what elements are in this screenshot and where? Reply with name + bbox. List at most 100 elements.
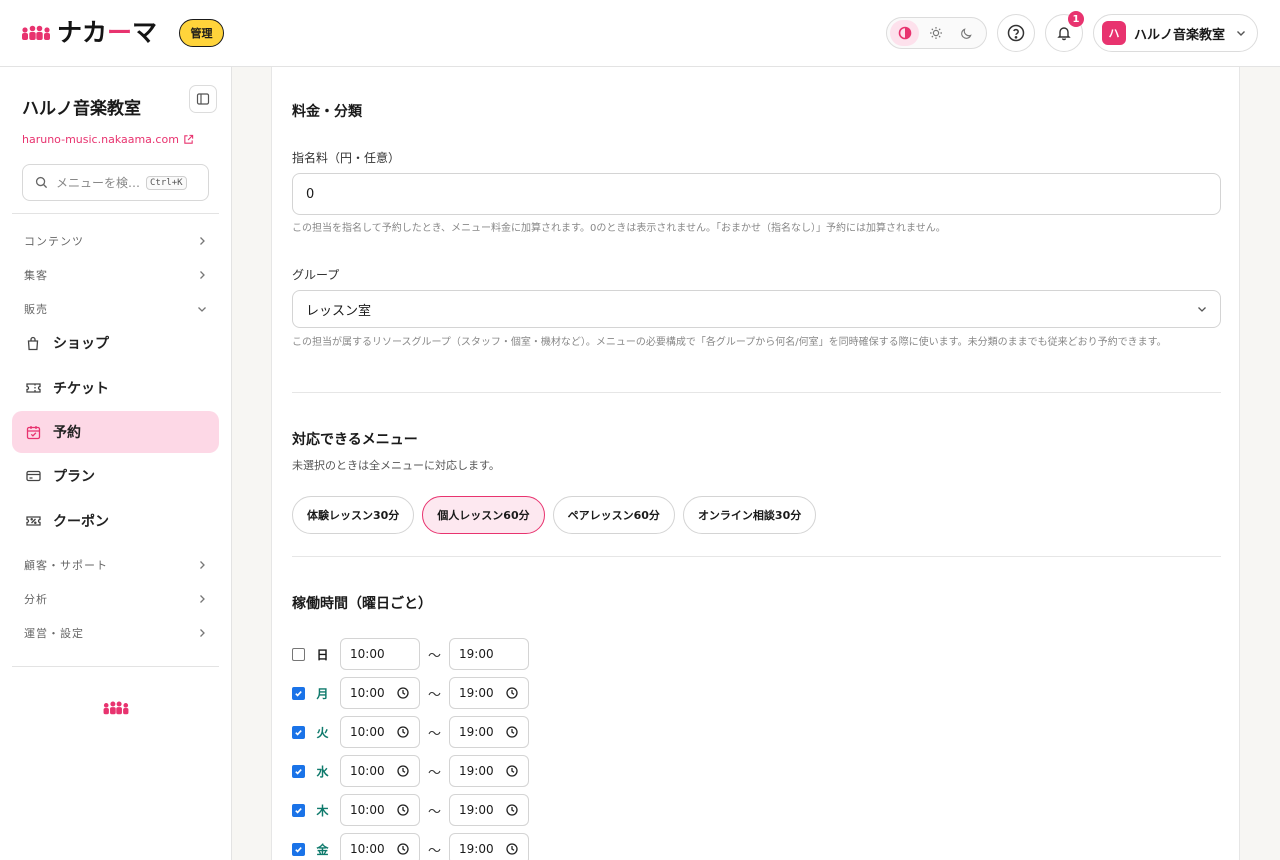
range-separator: 〜 [427, 765, 441, 781]
account-menu-button[interactable]: ハ ハルノ音楽教室 [1093, 14, 1258, 52]
sidebar-item-shop[interactable]: ショップ [12, 322, 219, 364]
notification-button[interactable]: 1 [1045, 11, 1084, 52]
day-checkbox[interactable] [292, 647, 305, 661]
end-time-input[interactable]: 19:00 [449, 794, 529, 826]
theme-toggle [886, 17, 987, 49]
chevron-down-icon [1235, 27, 1247, 39]
fee-help-text: この担当を指名して予約したとき、メニュー料金に加算されます。0のときは表示されま… [292, 223, 946, 234]
day-checkbox[interactable] [292, 725, 305, 739]
sidebar-toggle-icon [196, 93, 210, 105]
clock-icon [506, 726, 518, 738]
group-label: グループ [292, 268, 340, 282]
end-time-input[interactable]: 19:00 [449, 677, 529, 709]
clock-icon [397, 765, 409, 777]
menus-section-title: 対応できるメニュー [292, 432, 418, 448]
sidebar-section-customers[interactable]: 顧客・サポート [24, 555, 208, 575]
theme-light-button[interactable] [921, 20, 950, 46]
nomination-fee-input[interactable]: 0 [292, 173, 1221, 215]
range-separator: 〜 [427, 804, 441, 820]
shop-url-link[interactable]: haruno-music.nakaama.com [22, 133, 194, 146]
day-checkbox[interactable] [292, 842, 305, 856]
day-label: 金 [316, 842, 329, 857]
check-icon [295, 846, 302, 853]
calendar-check-icon [25, 424, 41, 440]
start-time-input[interactable]: 10:00 [340, 677, 420, 709]
end-time-input[interactable]: 19:00 [449, 716, 529, 748]
start-time-input[interactable]: 10:00 [340, 794, 420, 826]
chevron-right-icon [196, 235, 208, 247]
clock-icon [397, 804, 409, 816]
chevron-right-icon [196, 559, 208, 571]
account-avatar: ハ [1102, 21, 1126, 45]
menus-help-text: 未選択のときは全メニューに対応します。 [292, 459, 500, 472]
clock-icon [506, 765, 518, 777]
moon-icon [961, 27, 972, 39]
help-button[interactable] [997, 14, 1035, 52]
menu-chip-group: 体験レッスン30分 個人レッスン60分 ペアレッスン60分 オンライン相談30分 [292, 496, 824, 534]
sidebar-item-coupon[interactable]: クーポン [12, 500, 219, 542]
admin-badge: 管理 [179, 19, 224, 47]
chevron-down-icon [1196, 303, 1208, 315]
hours-section-title: 稼働時間（曜日ごと） [292, 596, 432, 612]
check-icon [295, 807, 302, 814]
day-row-tuesday: 火 10:00 〜 19:00 [292, 716, 529, 748]
contrast-icon [898, 26, 911, 40]
check-icon [295, 729, 302, 736]
fee-label: 指名料（円・任意） [292, 151, 401, 165]
day-row-sunday: 日 10:00 〜 19:00 [292, 638, 529, 670]
clock-icon [506, 843, 518, 855]
search-shortcut: Ctrl+K [146, 175, 187, 190]
ticket-icon [25, 380, 41, 396]
day-row-monday: 月 10:00 〜 19:00 [292, 677, 529, 709]
staff-edit-form: 料金・分類 指名料（円・任意） 0 この担当を指名して予約したとき、メニュー料金… [271, 67, 1240, 860]
group-select[interactable]: レッスン室 [292, 290, 1221, 328]
sidebar-section-analytics[interactable]: 分析 [24, 589, 208, 609]
sidebar-divider [12, 666, 219, 667]
theme-dark-button[interactable] [952, 20, 981, 46]
account-name: ハルノ音楽教室 [1134, 27, 1226, 43]
end-time-input[interactable]: 19:00 [449, 638, 529, 670]
sidebar-section-sales[interactable]: 販売 [24, 299, 208, 319]
day-label: 火 [316, 725, 329, 740]
sidebar-item-ticket[interactable]: チケット [12, 367, 219, 409]
pricing-section-title: 料金・分類 [292, 104, 362, 120]
sidebar-section-marketing[interactable]: 集客 [24, 265, 208, 285]
clock-icon [397, 687, 409, 699]
start-time-input[interactable]: 10:00 [340, 755, 420, 787]
theme-auto-button[interactable] [890, 20, 919, 46]
sidebar-section-operations[interactable]: 運営・設定 [24, 623, 208, 643]
clock-icon [506, 687, 518, 699]
chevron-right-icon [196, 593, 208, 605]
app-logo[interactable]: ナカーマ [21, 19, 157, 47]
sidebar-item-plan[interactable]: プラン [12, 455, 219, 497]
end-time-input[interactable]: 19:00 [449, 755, 529, 787]
menu-chip[interactable]: ペアレッスン60分 [552, 496, 675, 534]
start-time-input[interactable]: 10:00 [340, 638, 420, 670]
sidebar-collapse-button[interactable] [189, 85, 217, 113]
chevron-right-icon [196, 269, 208, 281]
sidebar: ハルノ音楽教室 haruno-music.nakaama.com メニューを検…… [0, 67, 232, 860]
sidebar-item-reservation[interactable]: 予約 [12, 411, 219, 453]
logo-wordmark: ナカーマ [57, 18, 158, 47]
range-separator: 〜 [427, 687, 441, 703]
section-divider [292, 392, 1221, 393]
end-time-input[interactable]: 19:00 [449, 833, 529, 860]
sidebar-section-content[interactable]: コンテンツ [24, 231, 208, 251]
day-checkbox[interactable] [292, 764, 305, 778]
start-time-input[interactable]: 10:00 [340, 716, 420, 748]
sun-icon [929, 27, 942, 39]
start-time-input[interactable]: 10:00 [340, 833, 420, 860]
day-checkbox[interactable] [292, 803, 305, 817]
people-logo-icon [103, 701, 129, 715]
menu-chip[interactable]: 体験レッスン30分 [292, 496, 415, 534]
credit-card-icon [25, 468, 41, 484]
range-separator: 〜 [427, 726, 441, 742]
day-checkbox[interactable] [292, 686, 305, 700]
menu-search-input[interactable]: メニューを検… Ctrl+K [22, 164, 209, 201]
search-icon [35, 176, 48, 189]
search-placeholder: メニューを検… [56, 176, 141, 190]
external-link-icon [184, 134, 194, 144]
menu-chip[interactable]: 個人レッスン60分 [422, 496, 545, 534]
group-help-text: この担当が属するリソースグループ（スタッフ・個室・機材など）。メニューの必要構成… [292, 337, 1167, 348]
menu-chip[interactable]: オンライン相談30分 [682, 496, 817, 534]
